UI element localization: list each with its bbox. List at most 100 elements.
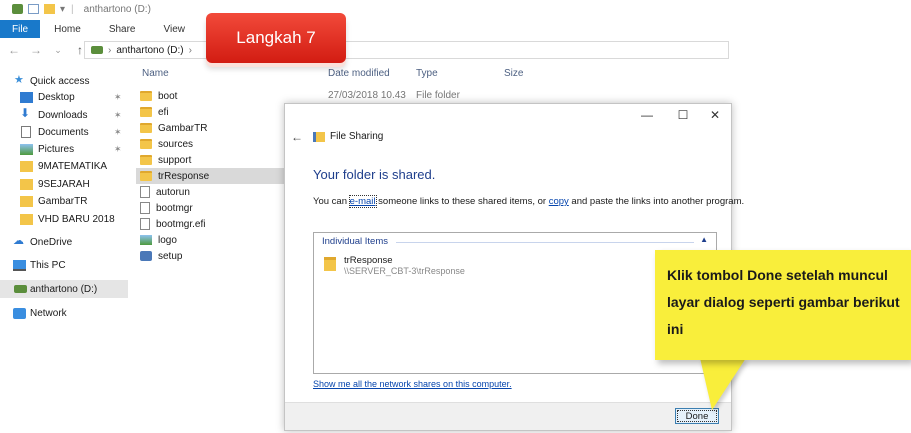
new-folder-icon[interactable] xyxy=(44,4,55,14)
folder-icon xyxy=(324,257,336,271)
nav-item-onedrive[interactable]: ☁ OneDrive xyxy=(0,233,128,251)
shared-item-name[interactable]: trResponse xyxy=(344,255,393,266)
file-row-selected[interactable]: trResponse xyxy=(136,168,286,184)
tab-file[interactable]: File xyxy=(0,20,41,38)
column-header-date[interactable]: Date modified xyxy=(328,68,390,79)
nav-item-network[interactable]: Network xyxy=(0,304,128,322)
folder-icon xyxy=(140,123,152,133)
file-icon xyxy=(140,202,150,214)
pin-icon[interactable]: ✶ xyxy=(114,92,122,103)
quick-access-toolbar: ▾ xyxy=(12,4,65,15)
folder-icon xyxy=(20,160,33,172)
address-separator: › xyxy=(108,44,112,56)
drive-icon xyxy=(91,46,103,54)
properties-icon[interactable] xyxy=(28,4,39,14)
explorer-icon xyxy=(12,4,23,14)
computer-icon xyxy=(13,259,26,271)
group-divider xyxy=(396,242,694,243)
shared-item-path: \\SERVER_CBT-3\trResponse xyxy=(344,266,465,276)
file-date: 27/03/2018 10.43 xyxy=(328,90,406,101)
desktop-icon xyxy=(20,91,33,103)
address-input[interactable]: › anthartono (D:) › xyxy=(84,41,729,59)
file-sharing-icon xyxy=(313,131,325,142)
nav-item-9sejarah[interactable]: 9SEJARAH xyxy=(0,175,128,193)
tab-home[interactable]: Home xyxy=(40,20,95,38)
settings-file-icon xyxy=(140,186,150,198)
folder-icon xyxy=(140,91,152,101)
image-file-icon xyxy=(140,235,152,245)
dialog-back-icon[interactable]: ← xyxy=(291,130,303,144)
step-badge: Langkah 7 xyxy=(206,13,346,63)
minimize-button[interactable]: — xyxy=(637,108,657,122)
email-link[interactable]: e-mail xyxy=(348,195,377,208)
column-header-size[interactable]: Size xyxy=(504,68,523,79)
cloud-icon: ☁ xyxy=(13,235,24,247)
file-row[interactable]: setup xyxy=(136,248,286,264)
address-segment[interactable]: anthartono (D:) xyxy=(116,45,183,56)
pin-icon[interactable]: ✶ xyxy=(114,144,122,155)
pin-icon[interactable]: ✶ xyxy=(114,127,122,138)
folder-icon xyxy=(140,139,152,149)
nav-item-gambartr[interactable]: GambarTR xyxy=(0,192,128,210)
nav-item-documents[interactable]: Documents ✶ xyxy=(0,123,128,141)
file-row[interactable]: logo xyxy=(136,232,286,248)
nav-item-downloads[interactable]: ⬇ Downloads ✶ xyxy=(0,106,128,124)
column-header-name[interactable]: Name xyxy=(142,68,169,79)
nav-item-9matematika[interactable]: 9MATEMATIKA xyxy=(0,157,128,175)
nav-item-desktop[interactable]: Desktop ✶ xyxy=(0,88,128,106)
file-row[interactable]: autorun xyxy=(136,184,286,200)
copy-link[interactable]: copy xyxy=(549,196,569,207)
shared-folder-icon xyxy=(140,171,152,181)
callout-text: Klik tombol Done setelah muncul layar di… xyxy=(667,267,900,337)
network-icon xyxy=(13,307,26,319)
folder-icon xyxy=(140,155,152,165)
file-row[interactable]: bootmgr xyxy=(136,200,286,216)
title-bar: ▾ | anthartono (D:) xyxy=(0,0,911,18)
folder-icon xyxy=(20,195,33,207)
documents-icon xyxy=(21,126,31,138)
dialog-footer: Done xyxy=(285,402,731,430)
items-group-header[interactable]: Individual Items xyxy=(322,236,388,247)
address-separator: › xyxy=(188,44,192,56)
dialog-heading: Your folder is shared. xyxy=(313,167,436,182)
file-icon xyxy=(140,218,150,230)
tab-view[interactable]: View xyxy=(150,20,200,38)
forward-icon[interactable]: → xyxy=(30,43,42,57)
setup-icon xyxy=(140,251,152,261)
qa-dropdown-icon[interactable]: ▾ xyxy=(60,4,65,15)
file-row[interactable]: bootmgr.efi xyxy=(136,216,286,232)
back-icon[interactable]: ← xyxy=(8,43,20,57)
recent-dropdown-icon[interactable]: ⌄ xyxy=(52,45,64,56)
ribbon-tabs: File Home Share View xyxy=(0,20,911,38)
tab-share[interactable]: Share xyxy=(95,20,150,38)
drive-icon xyxy=(14,285,27,293)
folder-icon xyxy=(20,178,33,190)
file-row[interactable]: support xyxy=(136,152,286,168)
callout-pointer xyxy=(700,358,746,410)
file-row[interactable]: boot xyxy=(136,88,286,104)
nav-item-pictures[interactable]: Pictures ✶ xyxy=(0,140,128,158)
pictures-icon xyxy=(20,143,33,155)
folder-icon xyxy=(140,107,152,117)
folder-icon xyxy=(20,213,33,225)
dialog-title: File Sharing xyxy=(313,131,383,142)
file-row[interactable]: sources xyxy=(136,136,286,152)
show-network-shares-link[interactable]: Show me all the network shares on this c… xyxy=(313,379,512,389)
download-icon: ⬇ xyxy=(20,106,31,120)
close-button[interactable]: ✕ xyxy=(705,108,725,122)
column-header-type[interactable]: Type xyxy=(416,68,438,79)
done-button[interactable]: Done xyxy=(675,408,719,424)
navigation-pane: ★ Quick access Desktop ✶ ⬇ Downloads ✶ D… xyxy=(0,64,130,433)
instruction-callout: Klik tombol Done setelah muncul layar di… xyxy=(655,250,911,360)
file-row[interactable]: GambarTR xyxy=(136,120,286,136)
collapse-icon[interactable]: ▲ xyxy=(700,235,708,244)
pin-icon[interactable]: ✶ xyxy=(114,110,122,121)
file-type: File folder xyxy=(416,90,460,101)
maximize-button[interactable]: ☐ xyxy=(673,108,693,122)
nav-item-vhd-baru-2018[interactable]: VHD BARU 2018 xyxy=(0,210,128,228)
nav-item-this-pc[interactable]: This PC xyxy=(0,256,128,274)
file-row[interactable]: efi xyxy=(136,104,286,120)
nav-item-anthartono-d[interactable]: anthartono (D:) xyxy=(0,280,128,298)
star-icon: ★ xyxy=(14,74,24,86)
window-title: anthartono (D:) xyxy=(83,3,151,15)
